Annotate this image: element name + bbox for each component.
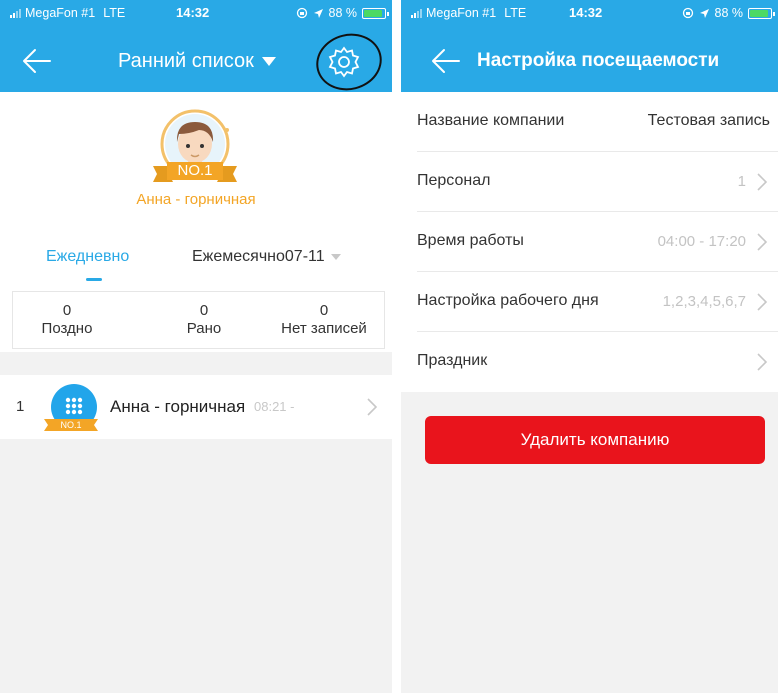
list-title-dropdown[interactable]: Ранний список <box>118 50 276 73</box>
right-screen: MegaFon #1 LTE 14:32 88 % Настройка посе… <box>401 0 778 693</box>
chevron-right-icon <box>367 398 378 416</box>
carrier-name: MegaFon #1 <box>25 6 96 20</box>
battery-icon <box>362 7 389 19</box>
back-arrow-icon[interactable] <box>22 48 52 74</box>
settings-list: Название компании Тестовая запись Персон… <box>401 92 778 392</box>
dropdown-triangle-icon <box>261 56 276 66</box>
setting-value: 04:00 - 17:20 <box>657 233 746 250</box>
setting-value: 1,2,3,4,5,6,7 <box>662 293 746 310</box>
period-tabs: Ежедневно Ежемесячно 07-11 <box>0 242 392 282</box>
setting-work-hours[interactable]: Время работы 04:00 - 17:20 <box>401 212 778 272</box>
signal-icon <box>10 8 21 18</box>
page-title: Настройка посещаемости <box>477 50 720 71</box>
nav-bar: Настройка посещаемости <box>401 34 778 90</box>
stat-early-value: 0 <box>199 302 209 319</box>
tab-monthly-label: Ежемесячно <box>192 248 285 265</box>
chevron-right-icon <box>757 353 768 371</box>
top-employee-name: Анна - горничная <box>136 191 256 208</box>
right-header: MegaFon #1 LTE 14:32 88 % Настройка посе… <box>401 0 778 92</box>
setting-label: Праздник <box>417 352 488 369</box>
avatar-icon <box>153 109 237 182</box>
screen-divider <box>392 0 401 693</box>
setting-label: Время работы <box>417 232 524 249</box>
setting-company-name[interactable]: Название компании Тестовая запись <box>401 92 778 152</box>
stat-late-value: 0 <box>62 302 72 319</box>
rank-badge: NO.1 <box>177 162 213 179</box>
status-right: 88 % <box>682 6 775 20</box>
entry-rank: 1 <box>16 398 25 415</box>
tab-monthly[interactable]: Ежемесячно 07-11 <box>192 248 341 266</box>
stat-late-label: Поздно <box>41 320 93 337</box>
battery-percent: 88 % <box>328 6 358 20</box>
setting-label: Настройка рабочего дня <box>417 292 599 309</box>
carrier-info: MegaFon #1 LTE <box>411 6 526 20</box>
entry-name: Анна - горничная <box>110 397 246 416</box>
chevron-right-icon <box>757 173 768 191</box>
setting-label: Название компании <box>417 112 565 129</box>
stat-no-records-label: Нет записей <box>281 320 367 337</box>
entry-badge: NO.1 <box>60 420 82 430</box>
setting-staff[interactable]: Персонал 1 <box>401 152 778 212</box>
clock: 14:32 <box>176 5 210 20</box>
page-title: Ранний список <box>118 50 254 72</box>
stat-no-records: 0 Нет записей <box>265 302 383 338</box>
month-value: 07-11 <box>284 248 325 265</box>
chevron-down-icon <box>330 254 341 260</box>
carrier-name: MegaFon #1 <box>426 6 497 20</box>
location-icon <box>313 8 323 18</box>
back-arrow-icon[interactable] <box>431 48 461 74</box>
setting-workdays[interactable]: Настройка рабочего дня 1,2,3,4,5,6,7 <box>401 272 778 332</box>
network-type: LTE <box>504 6 527 20</box>
status-right: 88 % <box>296 6 389 20</box>
signal-icon <box>411 8 422 18</box>
tab-daily[interactable]: Ежедневно <box>46 248 129 266</box>
rotation-lock-icon <box>296 7 307 19</box>
entry-time: 08:21 - <box>254 399 295 414</box>
rotation-lock-icon <box>682 7 693 19</box>
stat-late: 0 Поздно <box>21 302 113 338</box>
setting-value: 1 <box>737 173 746 190</box>
stat-early-label: Рано <box>186 320 222 337</box>
status-bar: MegaFon #1 LTE 14:32 88 % <box>401 0 778 30</box>
location-icon <box>699 8 709 18</box>
carrier-info: MegaFon #1 LTE <box>10 6 125 20</box>
chevron-right-icon <box>757 233 768 251</box>
stats-summary: 0 Поздно 0 Рано 0 Нет записей <box>12 291 385 349</box>
setting-holiday[interactable]: Праздник <box>401 332 778 392</box>
network-type: LTE <box>103 6 126 20</box>
status-bar: MegaFon #1 LTE 14:32 88 % <box>0 0 392 30</box>
setting-label: Персонал <box>417 172 491 189</box>
delete-company-button[interactable]: Удалить компанию <box>425 416 765 464</box>
battery-percent: 88 % <box>714 6 744 20</box>
stat-early: 0 Рано <box>158 302 250 338</box>
setting-value: Тестовая запись <box>647 112 770 129</box>
left-screen: MegaFon #1 LTE 14:32 88 % Ранний список <box>0 0 392 693</box>
top-employee-card: NO.1 Анна - горничная Ежедневно Ежемесяч… <box>0 92 392 352</box>
stat-no-records-value: 0 <box>319 302 329 319</box>
list-item[interactable]: 1 NO.1 Анна - горничная 08:21 - <box>0 375 392 439</box>
chevron-right-icon <box>757 293 768 311</box>
clock: 14:32 <box>569 5 603 20</box>
active-tab-indicator <box>86 278 102 281</box>
battery-icon <box>748 7 775 19</box>
